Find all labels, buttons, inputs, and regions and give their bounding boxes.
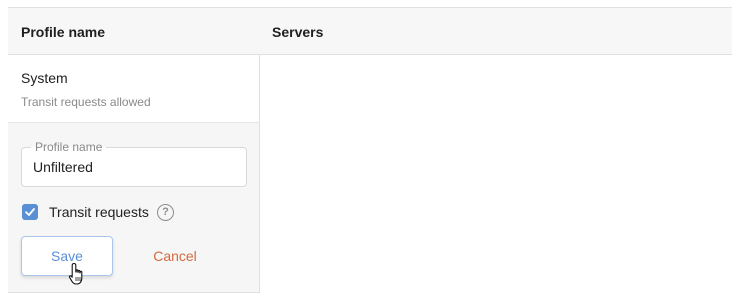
profile-description: Transit requests allowed — [21, 95, 151, 109]
check-icon — [25, 208, 35, 216]
profile-column: System Transit requests allowed Profile … — [8, 55, 260, 293]
profile-name-field: Profile name — [21, 140, 247, 187]
transit-requests-checkbox[interactable] — [22, 204, 38, 220]
transit-requests-label[interactable]: Transit requests — [49, 204, 149, 220]
profile-name-field-label: Profile name — [31, 140, 107, 154]
column-header-profile-name: Profile name — [21, 24, 106, 40]
table-header: Profile name Servers — [8, 8, 732, 55]
question-circle-icon[interactable]: ? — [157, 204, 174, 221]
hand-pointer-icon — [68, 262, 83, 285]
profile-name: System — [21, 70, 68, 86]
profile-row-system[interactable]: System Transit requests allowed — [8, 55, 259, 123]
save-button[interactable]: Save — [21, 236, 113, 276]
cancel-button[interactable]: Cancel — [132, 236, 218, 276]
profile-edit-form: Profile name Transit requests ? Save Can… — [8, 123, 259, 293]
profile-name-input[interactable] — [33, 158, 233, 176]
column-header-servers: Servers — [272, 24, 324, 40]
